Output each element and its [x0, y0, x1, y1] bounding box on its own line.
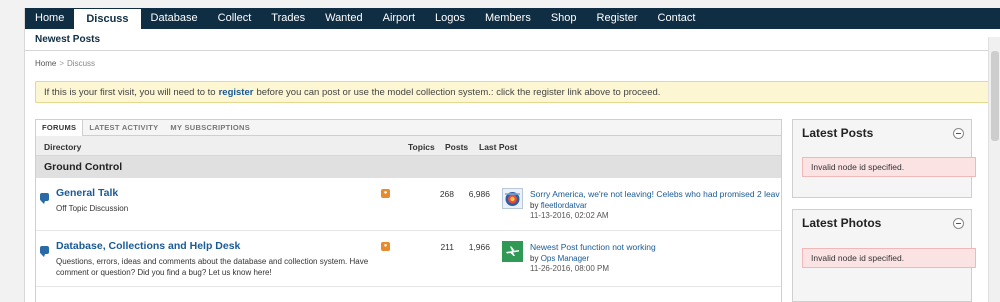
- nav-members[interactable]: Members: [475, 8, 541, 29]
- widget-title: Latest Photos: [802, 216, 882, 230]
- rss-icon[interactable]: ●: [381, 242, 390, 251]
- last-post-by: by Ops Manager: [530, 254, 589, 263]
- collapse-icon[interactable]: [953, 218, 964, 229]
- breadcrumb-home[interactable]: Home: [35, 59, 56, 68]
- widget-title: Latest Posts: [802, 126, 874, 140]
- subnav-newest-posts[interactable]: Newest Posts: [35, 34, 100, 45]
- main-nav: Home Discuss Database Collect Trades Wan…: [25, 8, 1000, 29]
- register-notice: If this is your first visit, you will ne…: [35, 81, 990, 103]
- last-post-by: by fleetlordatvar: [530, 201, 587, 210]
- notice-text-before: If this is your first visit, you will ne…: [44, 86, 216, 98]
- breadcrumb-current: Discuss: [67, 59, 96, 68]
- page-frame: Home Discuss Database Collect Trades Wan…: [24, 8, 1000, 302]
- forum-row: Database, Collections and Help Desk Ques…: [36, 231, 781, 287]
- last-post-date: 11-26-2016, 08:00 PM: [530, 264, 610, 273]
- tab-my-subscriptions[interactable]: MY SUBSCRIPTIONS: [164, 120, 256, 135]
- column-header: Directory Topics Posts Last Post: [36, 136, 781, 156]
- error-message: Invalid node id specified.: [802, 157, 976, 177]
- error-message: Invalid node id specified.: [802, 248, 976, 268]
- forum-topics: 268: [439, 189, 454, 199]
- nav-discuss[interactable]: Discuss: [74, 9, 141, 29]
- col-topics: Topics: [408, 142, 435, 152]
- nav-register[interactable]: Register: [587, 8, 648, 29]
- last-post-author[interactable]: Ops Manager: [541, 254, 589, 263]
- scrollbar[interactable]: [988, 37, 1000, 302]
- nav-logos[interactable]: Logos: [425, 8, 475, 29]
- nav-shop[interactable]: Shop: [541, 8, 587, 29]
- tab-forums[interactable]: FORUMS: [36, 120, 84, 136]
- notice-text-after: before you can post or use the model col…: [256, 86, 661, 98]
- col-last-post: Last Post: [479, 142, 518, 152]
- last-post-title[interactable]: Sorry America, we're not leaving! Celebs…: [530, 189, 780, 199]
- col-posts: Posts: [445, 142, 469, 152]
- forum-description: Off Topic Discussion: [56, 204, 129, 213]
- collapse-icon[interactable]: [953, 128, 964, 139]
- section-header: Ground Control: [36, 156, 781, 178]
- last-post-by-label: by: [530, 254, 539, 263]
- last-post-title[interactable]: Newest Post function not working: [530, 242, 780, 252]
- last-post-author[interactable]: fleetlordatvar: [541, 201, 587, 210]
- forum-row: General Talk Off Topic Discussion ● 268 …: [36, 178, 781, 231]
- nav-collect[interactable]: Collect: [208, 8, 262, 29]
- forum-topics: 211: [440, 242, 454, 252]
- breadcrumb-separator: >: [59, 59, 65, 68]
- notice-register-link[interactable]: register: [219, 87, 254, 98]
- breadcrumb: Home > Discuss: [35, 59, 95, 68]
- forum-posts: 6,986: [468, 189, 490, 199]
- forum-description: Questions, errors, ideas and comments ab…: [56, 257, 369, 277]
- scrollbar-thumb[interactable]: [991, 51, 999, 141]
- forum-bubble-icon: [40, 193, 49, 204]
- forum-posts: 1,966: [468, 242, 490, 252]
- forum-title[interactable]: Database, Collections and Help Desk: [56, 240, 240, 252]
- forum-bubble-icon: [40, 246, 49, 257]
- rss-icon[interactable]: ●: [381, 189, 390, 198]
- forum-tabs: FORUMS LATEST ACTIVITY MY SUBSCRIPTIONS: [36, 120, 781, 136]
- logo-avatar-icon[interactable]: [502, 188, 523, 209]
- nav-database[interactable]: Database: [141, 8, 208, 29]
- nav-airport[interactable]: Airport: [373, 8, 425, 29]
- forum-title[interactable]: General Talk: [56, 187, 118, 199]
- tab-latest-activity[interactable]: LATEST ACTIVITY: [83, 120, 164, 135]
- sub-nav: Newest Posts: [25, 29, 1000, 51]
- last-post-by-label: by: [530, 201, 539, 210]
- latest-posts-widget: Latest Posts Invalid node id specified.: [792, 119, 976, 198]
- latest-photos-widget: Latest Photos Invalid node id specified.: [792, 209, 976, 302]
- nav-home[interactable]: Home: [25, 8, 74, 29]
- nav-contact[interactable]: Contact: [648, 8, 706, 29]
- nav-wanted[interactable]: Wanted: [315, 8, 373, 29]
- last-post-date: 11-13-2016, 02:02 AM: [530, 211, 609, 220]
- col-directory: Directory: [44, 142, 82, 152]
- forum-panel: FORUMS LATEST ACTIVITY MY SUBSCRIPTIONS …: [35, 119, 782, 302]
- airplane-avatar-icon[interactable]: [502, 241, 523, 262]
- nav-trades[interactable]: Trades: [261, 8, 315, 29]
